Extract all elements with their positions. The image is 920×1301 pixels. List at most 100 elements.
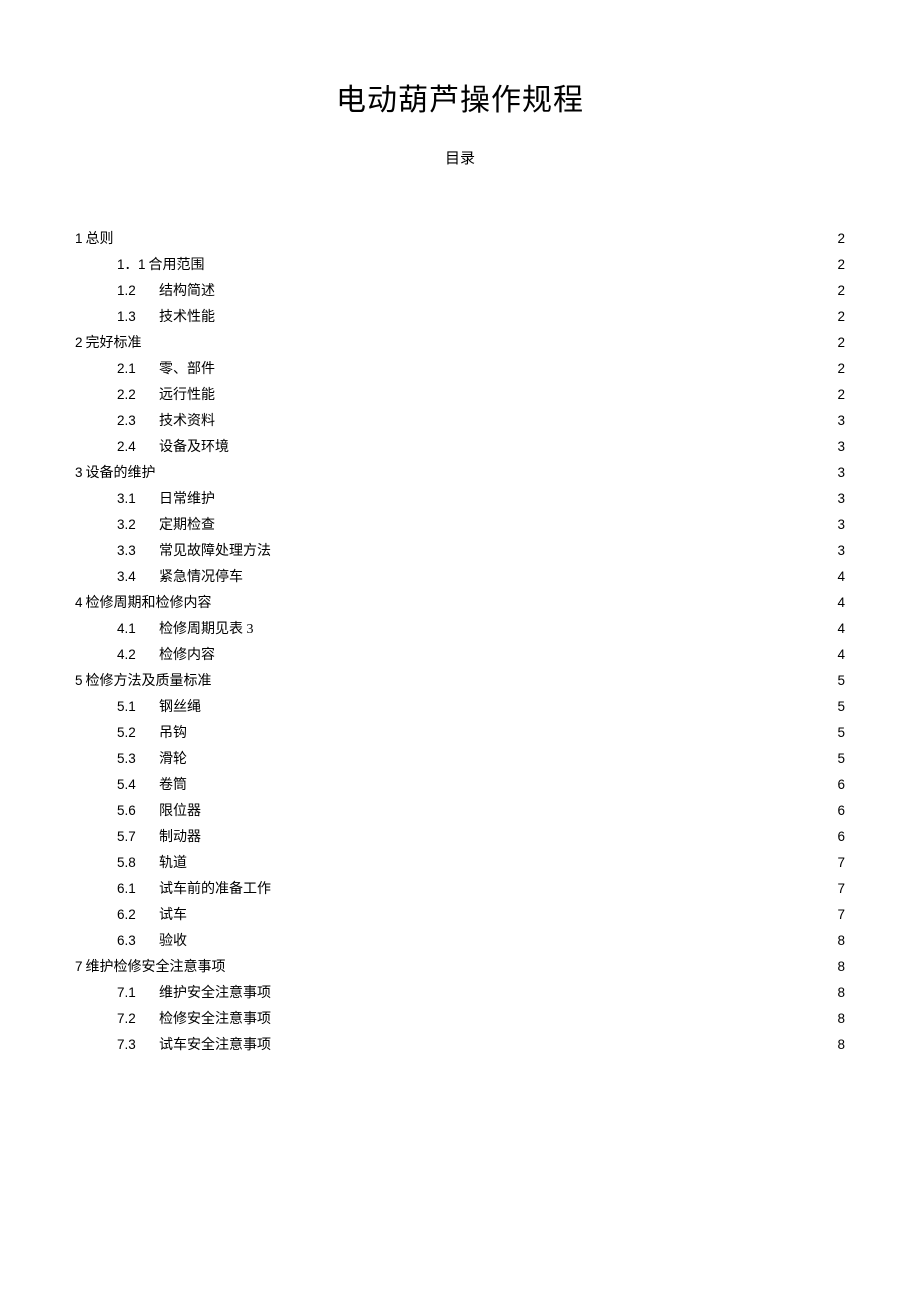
toc-entry-label: 零、部件 [159,357,215,382]
toc-entry-label: 技术资料 [159,409,215,434]
toc-entry: 4检修周期和检修内容 4 [75,590,845,616]
toc-entry-number: 4.2 [117,642,159,667]
toc-entry: 5检修方法及质量标准5 [75,668,845,694]
toc-entry-page: 3 [835,486,845,511]
toc-entry-number: 5.4 [117,772,159,797]
toc-entry: 1．1合用范围 2 [75,252,845,278]
toc-entry-page: 5 [835,694,845,719]
toc-entry-number: 7.3 [117,1032,159,1057]
toc-entry: 3.1日常维护 3 [75,486,845,512]
toc-entry-page: 8 [835,954,845,979]
toc-entry-label: 3设备的维护 [75,460,156,486]
toc-entry: 5.2吊钩5 [75,720,845,746]
toc-entry: 7.1维护安全注意事项 8 [75,980,845,1006]
toc-entry-label: 4检修周期和检修内容 [75,590,212,616]
toc-entry-label: 吊钩 [159,721,187,746]
toc-entry-label: 远行性能 [159,383,215,408]
toc-entry-page: 2 [835,382,845,407]
toc-entry-page: 7 [835,850,845,875]
toc-entry-number: 6.1 [117,876,159,901]
toc-entry: 5.1钢丝绳5 [75,694,845,720]
toc-entry-page: 4 [835,590,845,615]
toc-entry-number: 6.3 [117,928,159,953]
toc-entry-number: 3.3 [117,538,159,563]
toc-entry-number: 3.1 [117,486,159,511]
toc-entry-number: 1.2 [117,278,159,303]
toc-entry-page: 4 [835,564,845,589]
toc-entry-label: 技术性能 [159,305,215,330]
toc-entry: 3.2定期检查3 [75,512,845,538]
toc-entry: 2.3技术资料 3 [75,408,845,434]
toc-entry-label: 验收 [159,929,187,954]
toc-entry: 5.6限位器6 [75,798,845,824]
toc-entry-number: 7.1 [117,980,159,1005]
toc-entry-number: 5.1 [117,694,159,719]
table-of-contents: 1总则21．1合用范围21.2结构简述21.3技术性能22完好标准22.1零、部… [75,226,845,1058]
toc-entry-number: 1.3 [117,304,159,329]
toc-entry-page: 8 [835,1006,845,1031]
toc-entry-number: 5.8 [117,850,159,875]
toc-entry-page: 6 [835,772,845,797]
toc-entry-page: 8 [835,1032,845,1057]
toc-entry-number: 5.3 [117,746,159,771]
toc-entry-page: 3 [835,460,845,485]
toc-entry-number: 5.2 [117,720,159,745]
toc-entry-label: 1总则 [75,226,114,252]
toc-entry: 5.3滑轮5 [75,746,845,772]
toc-entry: 7.3试车安全注意事项 8 [75,1032,845,1058]
toc-entry-label: 试车安全注意事项 [159,1033,271,1058]
toc-entry: 1总则 2 [75,226,845,252]
toc-entry-page: 8 [835,980,845,1005]
toc-entry-label: 轨道 [159,851,187,876]
toc-entry: 3设备的维护 3 [75,460,845,486]
toc-entry: 4.1检修周期见表 3 4 [75,616,845,642]
toc-entry-page: 2 [835,252,845,277]
toc-entry-page: 2 [835,356,845,381]
toc-entry-label: 紧急情况停车 [159,565,243,590]
toc-entry-label: 常见故障处理方法 [159,539,271,564]
toc-entry-number: 6.2 [117,902,159,927]
toc-entry-number: 3.4 [117,564,159,589]
toc-entry: 5.7制动器6 [75,824,845,850]
toc-entry-page: 2 [835,330,845,355]
toc-entry-label: 2完好标准 [75,330,142,356]
toc-entry-label: 限位器 [159,799,201,824]
toc-entry-label: 7维护检修安全注意事项 [75,954,226,980]
toc-entry-number: 2.4 [117,434,159,459]
toc-entry-label: 检修周期见表 3 [159,617,254,642]
toc-entry-page: 2 [835,278,845,303]
toc-entry-label: 5检修方法及质量标准 [75,668,212,694]
toc-entry-page: 3 [835,538,845,563]
toc-entry-label: 检修内容 [159,643,215,668]
toc-entry: 5.4卷筒 6 [75,772,845,798]
toc-entry-number: 2.3 [117,408,159,433]
toc-entry: 6.2试车7 [75,902,845,928]
toc-entry-label: 检修安全注意事项 [159,1007,271,1032]
toc-entry-number: 4.1 [117,616,159,641]
toc-entry-page: 4 [835,616,845,641]
toc-entry-number: 3.2 [117,512,159,537]
toc-entry-page: 5 [835,746,845,771]
toc-entry-label: 1．1合用范围 [117,252,205,278]
toc-entry: 5.8轨道 7 [75,850,845,876]
toc-entry: 6.1试车前的准备工作7 [75,876,845,902]
toc-entry-page: 2 [835,304,845,329]
document-subtitle: 目录 [75,147,845,168]
toc-entry-label: 卷筒 [159,773,187,798]
toc-entry: 1.3技术性能 2 [75,304,845,330]
toc-entry-number: 5.6 [117,798,159,823]
toc-entry-label: 维护安全注意事项 [159,981,271,1006]
toc-entry-page: 7 [835,876,845,901]
toc-entry-label: 设备及环境 [159,435,229,460]
toc-entry: 6.3验收8 [75,928,845,954]
toc-entry-page: 3 [835,434,845,459]
toc-entry-label: 日常维护 [159,487,215,512]
toc-entry-label: 制动器 [159,825,201,850]
toc-entry-page: 3 [835,408,845,433]
toc-entry: 2.4设备及环境 3 [75,434,845,460]
toc-entry-number: 2.1 [117,356,159,381]
toc-entry-number: 7.2 [117,1006,159,1031]
toc-entry: 7.2检修安全注意事项 8 [75,1006,845,1032]
toc-entry-number: 2.2 [117,382,159,407]
toc-entry-page: 2 [835,226,845,251]
